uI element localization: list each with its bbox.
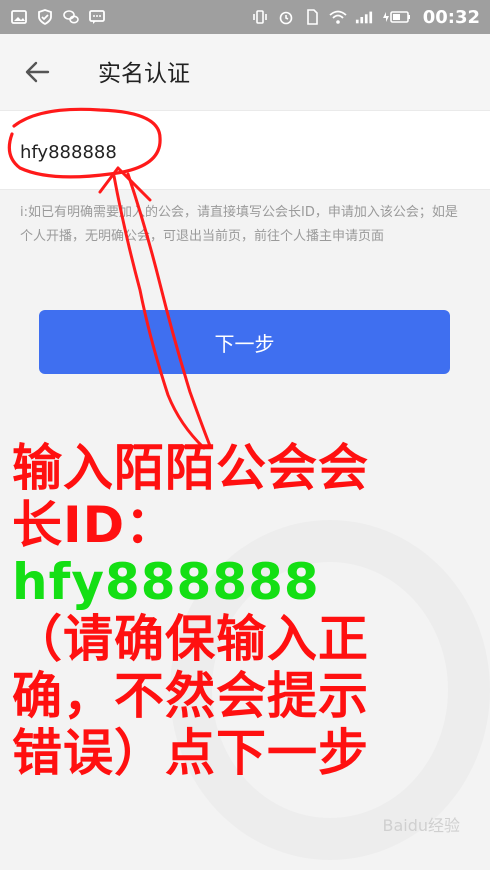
status-bar-left <box>10 8 106 26</box>
overlay-line-5: 错误）点下一步 <box>12 724 369 782</box>
baidu-watermark-text: Baidu经验 <box>382 816 460 835</box>
overlay-line-2: 长ID：hfy888888 <box>12 497 482 611</box>
signal-icon <box>355 8 373 26</box>
back-arrow-icon[interactable] <box>18 52 58 92</box>
wechat-icon <box>62 8 80 26</box>
overlay-line-4: 确，不然会提示 <box>12 667 369 725</box>
status-time: 00:32 <box>422 6 480 28</box>
image-icon <box>10 8 28 26</box>
hint-text: i:如已有明确需要加入的公会，请直接填写公会长ID，申请加入该公会；如是个人开播… <box>20 205 458 244</box>
shield-check-icon <box>36 8 54 26</box>
page-title: 实名认证 <box>98 61 190 87</box>
vibrate-icon <box>251 8 269 26</box>
status-bar-right: 00:32 <box>251 7 480 28</box>
overlay-line-3: （请确保输入正 <box>12 610 369 668</box>
app-bar: 实名认证 <box>0 34 490 110</box>
wifi-icon <box>329 8 347 26</box>
status-bar: 00:32 <box>0 0 490 34</box>
overlay-id-value: hfy888888 <box>12 553 320 611</box>
charging-battery-icon <box>381 8 411 26</box>
overlay-line-2-prefix: 长ID： <box>12 496 177 554</box>
sim-icon <box>303 8 321 26</box>
guild-id-panel <box>0 110 490 190</box>
next-step-button[interactable]: 下一步 <box>39 310 450 374</box>
message-icon <box>88 8 106 26</box>
overlay-line-1: 输入陌陌公会会 <box>12 439 369 497</box>
alarm-icon <box>277 8 295 26</box>
instruction-overlay: 输入陌陌公会会 长ID：hfy888888 （请确保输入正 确，不然会提示 错误… <box>12 440 482 782</box>
guild-leader-id-input[interactable] <box>20 138 440 166</box>
